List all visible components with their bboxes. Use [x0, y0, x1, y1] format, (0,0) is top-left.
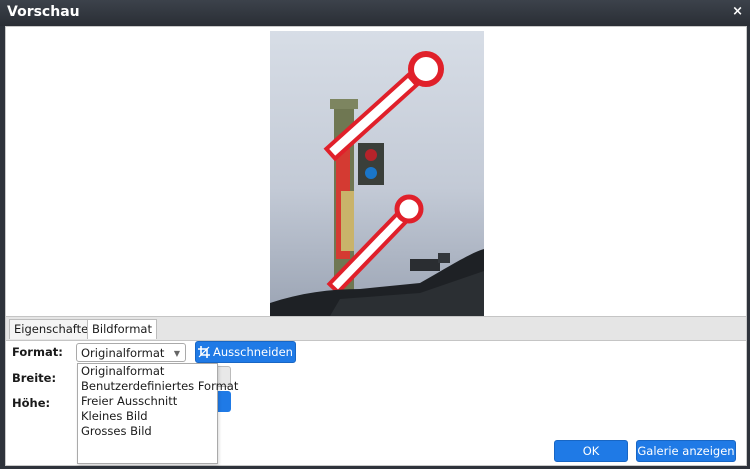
height-label: Höhe: — [12, 396, 51, 410]
format-option[interactable]: Kleines Bild — [78, 409, 217, 424]
width-label: Breite: — [12, 371, 57, 385]
dialog-titlebar[interactable]: Vorschau × — [0, 0, 750, 26]
show-gallery-button[interactable]: Galerie anzeigen — [636, 440, 736, 462]
crop-icon — [198, 346, 210, 358]
preview-dialog: Vorschau × Eigenschaften Bildformat Form… — [0, 0, 750, 469]
format-dropdown-list: Originalformat Benutzerdefiniertes Forma… — [77, 363, 238, 464]
tab-bar: Eigenschaften Bildformat — [6, 316, 746, 341]
format-option[interactable]: Freier Ausschnitt — [78, 394, 217, 409]
chevron-down-icon: ▼ — [173, 349, 180, 358]
ok-button[interactable]: OK — [554, 440, 628, 462]
format-option[interactable]: Benutzerdefiniertes Format — [78, 379, 238, 394]
preview-image — [270, 31, 484, 316]
format-label: Format: — [12, 345, 63, 359]
format-option[interactable]: Grosses Bild — [78, 424, 217, 439]
crop-button-label: Ausschneiden — [213, 345, 293, 359]
dialog-title: Vorschau — [7, 4, 80, 20]
close-icon[interactable]: × — [732, 4, 743, 19]
crop-button[interactable]: Ausschneiden — [195, 341, 296, 363]
tab-bildformat[interactable]: Bildformat — [87, 319, 157, 339]
format-option[interactable]: Originalformat — [78, 364, 217, 379]
dialog-body: Eigenschaften Bildformat Format: Origina… — [5, 26, 747, 466]
format-select[interactable]: Originalformat ▼ — [76, 343, 186, 362]
image-preview-area — [6, 27, 746, 316]
format-select-value: Originalformat — [81, 346, 165, 360]
